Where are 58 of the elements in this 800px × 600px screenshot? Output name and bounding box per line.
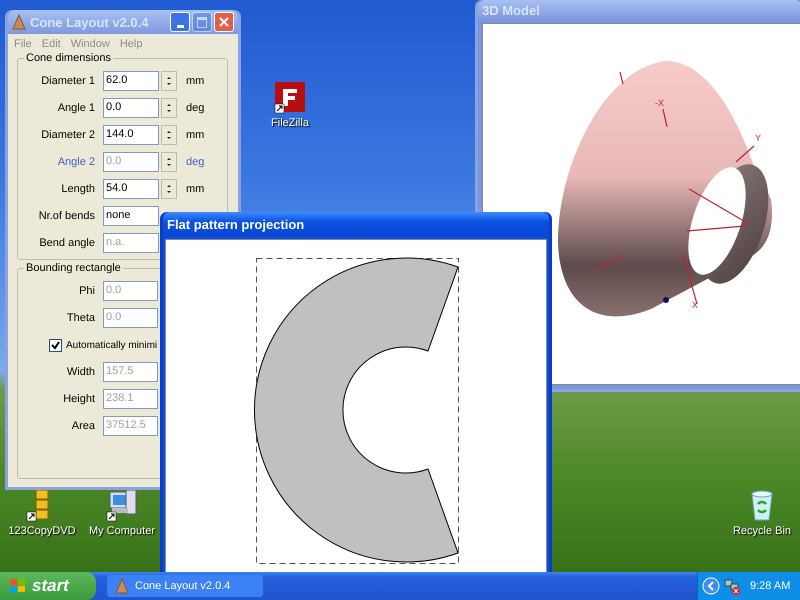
unit-label: deg — [186, 156, 204, 168]
menu-item[interactable]: File — [14, 38, 32, 50]
checkbox-label: Automatically minimi — [66, 340, 158, 350]
unit-label: mm — [186, 183, 204, 195]
axis-label: -X — [655, 98, 664, 108]
checkbox[interactable] — [49, 338, 62, 352]
unit-label: deg — [186, 102, 204, 114]
unit-label: mm — [186, 75, 204, 87]
group-title: Bounding rectangle — [24, 262, 123, 274]
start-label: start — [32, 576, 69, 596]
spinner-button[interactable] — [161, 71, 177, 91]
network-error-icon[interactable] — [723, 577, 741, 595]
window-title: Flat pattern projection — [167, 217, 304, 232]
field-label: Phi — [78, 285, 95, 297]
maximize-button[interactable] — [192, 12, 212, 32]
app-icon[interactable] — [272, 80, 308, 114]
field-label: Theta — [66, 312, 95, 324]
axis-label: Y — [755, 133, 762, 143]
cone-icon — [115, 578, 129, 594]
clock: 9:28 AM — [750, 580, 790, 592]
menu-item[interactable]: Window — [70, 38, 110, 50]
input-field[interactable]: 62.0 — [103, 71, 159, 91]
field-label: Diameter 2 — [40, 129, 95, 141]
input-field[interactable]: 144.0 — [103, 125, 159, 145]
spinner-button[interactable] — [161, 179, 177, 199]
input-field[interactable]: 0.0 — [103, 98, 159, 118]
group-title: Cone dimensions — [24, 52, 113, 64]
chevron-left-icon[interactable] — [702, 577, 720, 595]
field-label: Angle 1 — [56, 102, 95, 114]
desktop-icon-label[interactable]: My Computer — [88, 525, 156, 537]
field-label: Area — [70, 420, 95, 432]
spinner-button[interactable] — [161, 98, 177, 118]
start-button[interactable]: start — [0, 572, 96, 600]
desktop-icon-label[interactable]: Recycle Bin — [732, 525, 792, 537]
field-label: Angle 2 — [56, 156, 95, 168]
input-field[interactable]: none — [103, 206, 159, 226]
field-label: Height — [62, 393, 95, 405]
unit-label: mm — [186, 129, 204, 141]
field-label: Length — [60, 183, 95, 195]
menu-item[interactable]: Edit — [42, 38, 61, 50]
field-label: Nr.of bends — [38, 210, 95, 222]
close-button[interactable] — [214, 12, 234, 32]
field-label: Bend angle — [38, 237, 95, 249]
field-label: Width — [66, 366, 95, 378]
minimize-button[interactable] — [170, 12, 190, 32]
desktop-icon-label[interactable]: 123CopyDVD — [8, 525, 76, 537]
close-icon — [218, 16, 230, 28]
window-title: 3D Model — [482, 2, 540, 18]
field-label: Diameter 1 — [40, 75, 95, 87]
window-title: Cone Layout v2.0.4 — [30, 14, 148, 30]
taskbar-button[interactable]: Cone Layout v2.0.4 — [107, 575, 263, 597]
menu-item[interactable]: Help — [120, 38, 142, 50]
input-field[interactable]: 54.0 — [103, 179, 159, 199]
desktop-icon-label[interactable]: FileZilla — [271, 117, 309, 129]
spinner-button[interactable] — [161, 125, 177, 145]
cone-icon — [12, 14, 26, 30]
axis-label: X — [692, 300, 698, 310]
windows-flag-icon — [8, 577, 28, 595]
